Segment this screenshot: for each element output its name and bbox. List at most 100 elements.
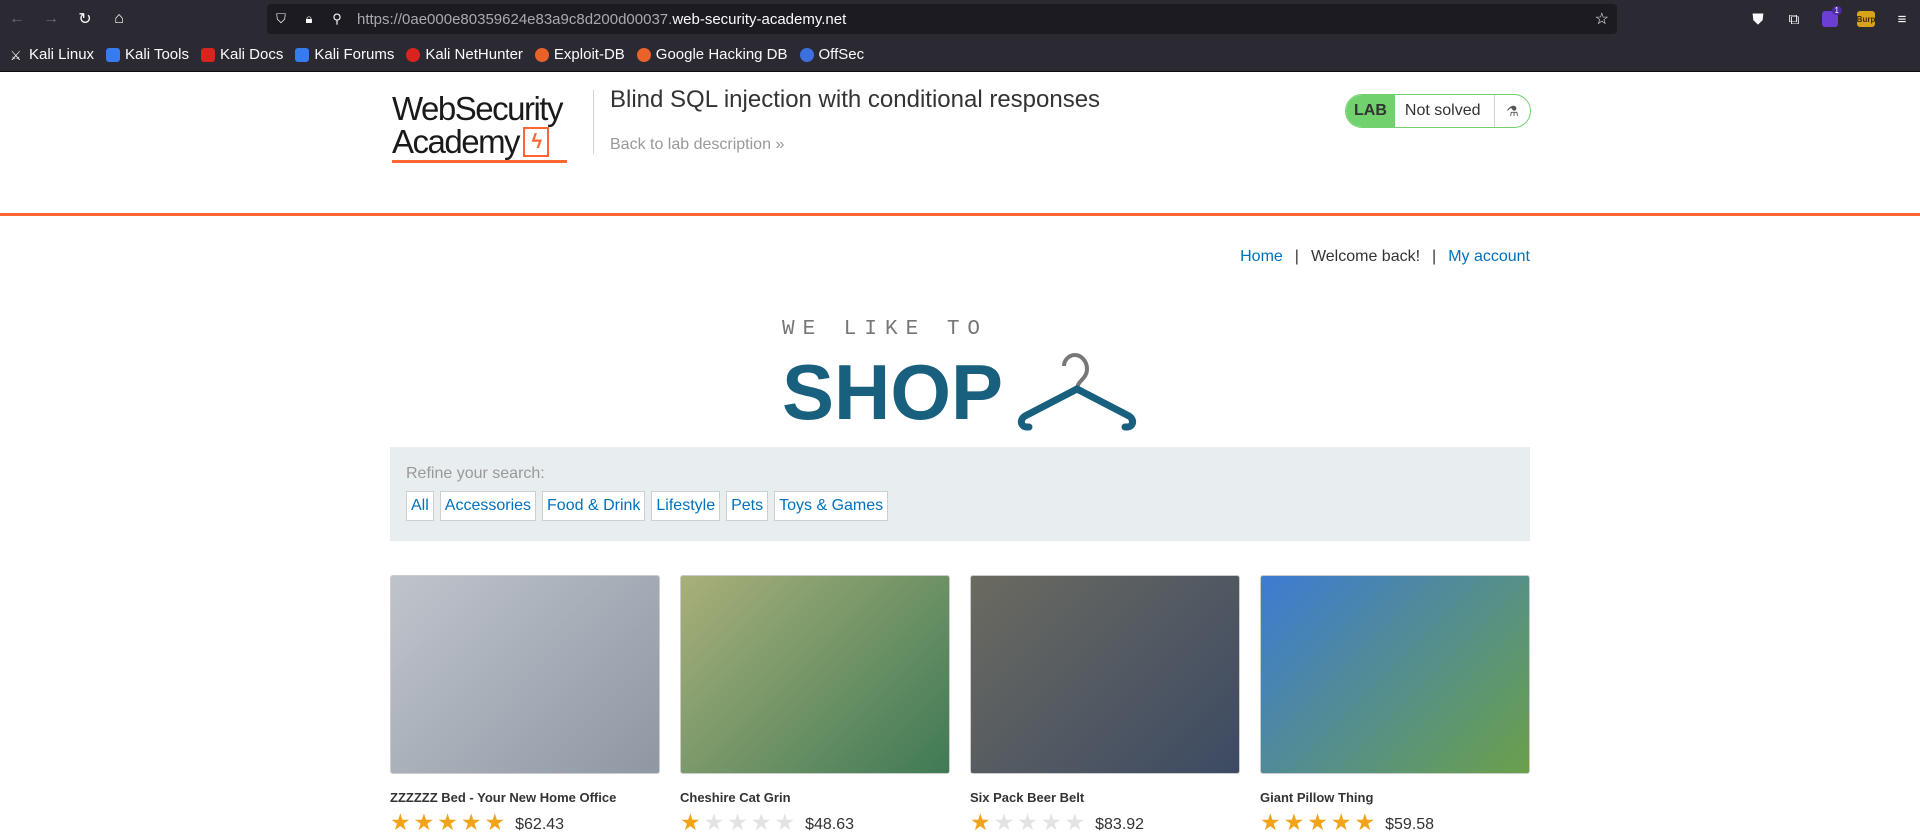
lab-status-text: Not solved <box>1404 102 1481 119</box>
product-card: Cheshire Cat Grin ★ ★ ★ ★ ★ $48.63 <box>680 575 950 834</box>
filter-all[interactable]: All <box>406 491 434 521</box>
star-filled-icon: ★ <box>1283 809 1305 835</box>
bookmark-google-hacking-db[interactable]: Google Hacking DB <box>636 46 788 63</box>
nav-separator: | <box>1432 248 1437 265</box>
filter-label: Refine your search: <box>406 465 545 482</box>
filter-accessories[interactable]: Accessories <box>439 491 537 521</box>
product-name: ZZZZZZ Bed - Your New Home Office <box>390 790 617 805</box>
star-empty-icon: ★ <box>703 809 725 835</box>
lab-header: WebSecurity Academy ϟ Blind SQL injection… <box>0 72 1920 216</box>
product-price: $59.58 <box>1385 815 1435 833</box>
kali-dragon-icon: ⚔ <box>10 47 22 63</box>
kali-tools-icon <box>106 47 121 62</box>
star-empty-icon: ★ <box>1064 809 1086 835</box>
welcome-text: Welcome back! <box>1310 248 1421 265</box>
star-filled-icon: ★ <box>1354 809 1376 835</box>
filter-toys-games[interactable]: Toys & Games <box>774 491 889 521</box>
product-image[interactable] <box>970 575 1240 774</box>
product-image[interactable] <box>1260 575 1530 774</box>
filter-pets[interactable]: Pets <box>726 491 769 521</box>
product-name: Six Pack Beer Belt <box>970 790 1085 805</box>
star-empty-icon: ★ <box>774 809 796 835</box>
star-filled-icon: ★ <box>460 809 482 835</box>
bookmark-kali-nethunter[interactable]: Kali NetHunter <box>406 46 523 63</box>
bookmark-exploit-db[interactable]: Exploit-DB <box>534 46 625 63</box>
lab-status-widget: LAB Not solved ⚗ <box>1345 94 1531 128</box>
rating-stars: ★ ★ ★ ★ ★ <box>1260 811 1375 834</box>
star-empty-icon: ★ <box>993 809 1015 835</box>
logo-line2: Academy <box>392 123 521 160</box>
extension-purple-icon[interactable]: 1 <box>1812 4 1848 34</box>
product-price: $48.63 <box>805 815 855 833</box>
banner-tagline: WE LIKE TO <box>782 318 989 341</box>
web-security-academy-logo[interactable]: WebSecurity Academy ϟ <box>392 92 572 164</box>
lab-title: Blind SQL injection with conditional res… <box>610 86 1101 113</box>
star-filled-icon: ★ <box>1260 809 1281 835</box>
filter-lifestyle[interactable]: Lifestyle <box>651 491 721 521</box>
bookmark-offsec[interactable]: OffSec <box>799 46 864 63</box>
nav-separator: | <box>1294 248 1299 265</box>
search-filters: Refine your search: All Accessories Food… <box>390 447 1530 541</box>
product-image[interactable] <box>680 575 950 774</box>
filter-food-drink[interactable]: Food & Drink <box>542 491 646 521</box>
star-filled-icon: ★ <box>1330 809 1352 835</box>
back-arrow-icon[interactable]: ← <box>0 4 34 34</box>
offsec-icon <box>799 47 814 62</box>
rating-stars: ★ ★ ★ ★ ★ <box>970 811 1085 834</box>
kali-docs-icon <box>200 47 215 62</box>
rating-stars: ★ ★ ★ ★ ★ <box>390 811 505 834</box>
product-card: Six Pack Beer Belt ★ ★ ★ ★ ★ $83.92 <box>970 575 1240 834</box>
burp-label: Burp <box>1857 11 1875 27</box>
bookmark-kali-docs[interactable]: Kali Docs <box>200 46 283 63</box>
star-filled-icon: ★ <box>680 809 701 835</box>
url-prefix: https://0ae000e80359624e83a9c8d200d00037… <box>357 10 673 28</box>
home-icon[interactable]: ⌂ <box>102 4 136 34</box>
logo-underline <box>392 160 567 163</box>
nethunter-icon <box>406 47 421 62</box>
extensions-icon[interactable]: ⧉ <box>1776 4 1812 34</box>
url-domain: web-security-academy.net <box>672 10 847 28</box>
product-grid: ZZZZZZ Bed - Your New Home Office ★ ★ ★ ★ ★ $… <box>390 575 1530 834</box>
url-bar[interactable]: ⛉ 🔒︎ ⚲ https://0ae000e80359624e83a9c8d20… <box>267 4 1617 34</box>
product-card: Giant Pillow Thing ★ ★ ★ ★ ★ $59.58 <box>1260 575 1530 834</box>
flask-icon: ⚗ <box>1494 95 1530 127</box>
product-name: Cheshire Cat Grin <box>680 790 791 805</box>
bookmark-kali-forums[interactable]: Kali Forums <box>295 46 394 63</box>
pocket-icon[interactable]: ⛊ <box>1740 4 1776 34</box>
lock-icon[interactable]: 🔒︎ <box>295 4 323 34</box>
star-filled-icon: ★ <box>970 809 991 835</box>
kali-forums-icon <box>295 47 310 62</box>
extension-badge: 1 <box>1831 6 1842 15</box>
logo-line1: WebSecurity <box>392 90 563 127</box>
burp-extension-icon[interactable]: Burp <box>1848 4 1884 34</box>
reload-icon[interactable]: ↻ <box>68 4 102 34</box>
star-filled-icon: ★ <box>484 809 506 835</box>
star-filled-icon: ★ <box>413 809 435 835</box>
menu-icon[interactable]: ≡ <box>1884 4 1920 34</box>
bookmarks-bar: ⚔ Kali Linux Kali Tools Kali Docs Kali Fo… <box>0 38 1920 72</box>
star-empty-icon: ★ <box>727 809 748 835</box>
product-card: ZZZZZZ Bed - Your New Home Office ★ ★ ★ ★ ★ $… <box>390 575 660 834</box>
title-divider <box>593 90 594 154</box>
star-empty-icon: ★ <box>1040 809 1062 835</box>
exploit-db-icon <box>534 47 549 62</box>
permissions-icon[interactable]: ⚲ <box>323 4 351 34</box>
product-name: Giant Pillow Thing <box>1260 790 1374 805</box>
star-empty-icon: ★ <box>1017 809 1038 835</box>
product-price: $83.92 <box>1095 815 1145 833</box>
star-empty-icon: ★ <box>750 809 772 835</box>
home-link[interactable]: Home <box>1240 248 1283 266</box>
forward-arrow-icon[interactable]: → <box>34 4 68 34</box>
bookmark-star-icon[interactable]: ☆ <box>1595 9 1609 29</box>
bookmark-kali-tools[interactable]: Kali Tools <box>106 46 189 63</box>
lightning-icon: ϟ <box>523 126 550 157</box>
hanger-icon <box>1017 352 1137 431</box>
product-image[interactable] <box>390 575 660 774</box>
shield-icon[interactable]: ⛉ <box>267 4 295 34</box>
back-to-lab-description-link[interactable]: Back to lab description » <box>610 136 784 154</box>
my-account-link[interactable]: My account <box>1448 248 1530 266</box>
star-filled-icon: ★ <box>390 809 411 835</box>
url-text[interactable]: https://0ae000e80359624e83a9c8d200d00037… <box>357 11 846 28</box>
ghdb-icon <box>636 47 651 62</box>
bookmark-kali-linux[interactable]: ⚔ Kali Linux <box>10 46 94 63</box>
